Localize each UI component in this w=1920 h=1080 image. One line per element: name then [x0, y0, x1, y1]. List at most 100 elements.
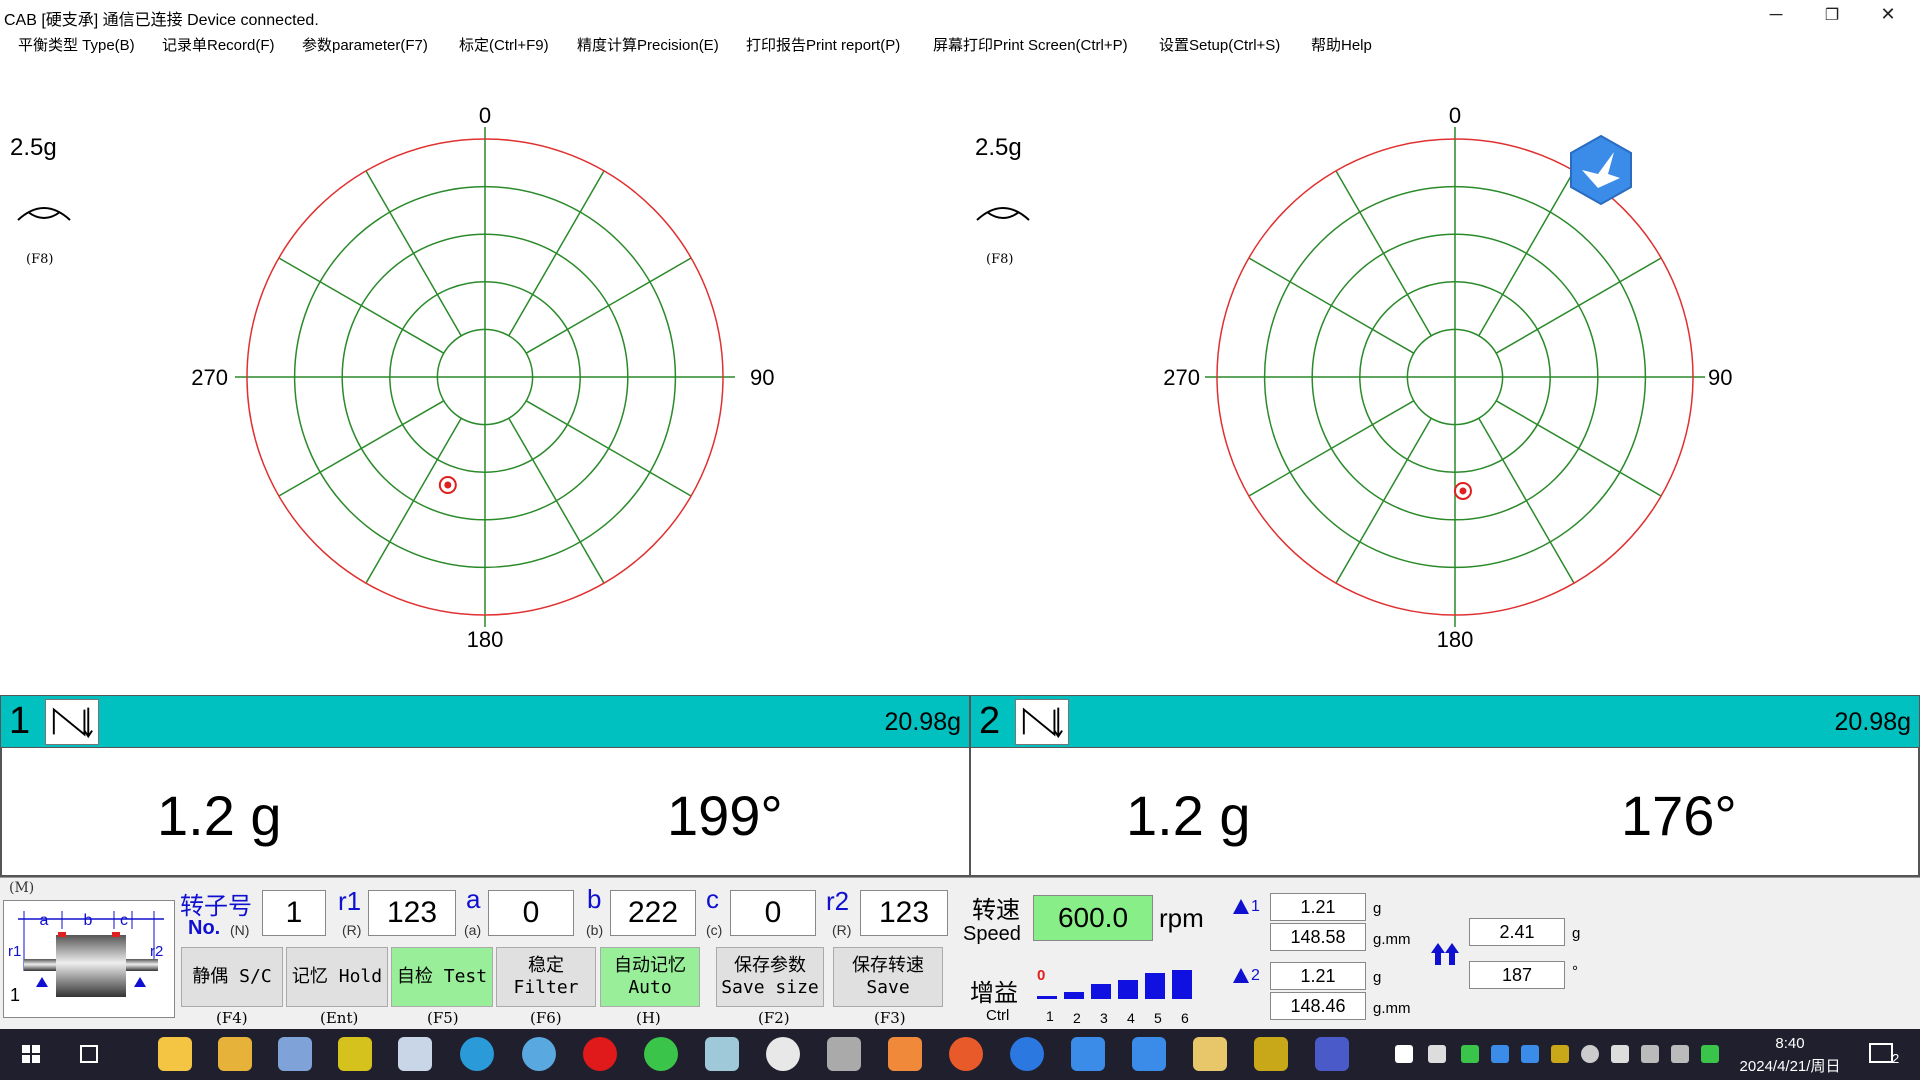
- b-input[interactable]: 222: [610, 890, 696, 936]
- sun-app-icon[interactable]: [338, 1037, 372, 1071]
- browser-icon[interactable]: [522, 1037, 556, 1071]
- menu-parameter[interactable]: 参数parameter(F7): [302, 34, 428, 55]
- a-input[interactable]: 0: [488, 890, 574, 936]
- button-sublabel: Save: [866, 977, 910, 998]
- diagram-rotor-number: 1: [10, 985, 20, 1005]
- right-polar-plot[interactable]: 0 90 180 270: [1150, 95, 1760, 655]
- right-f8-label: (F8): [986, 252, 1014, 267]
- network-icon[interactable]: [1641, 1045, 1659, 1063]
- wechat-icon[interactable]: [644, 1037, 678, 1071]
- menu-print-report[interactable]: 打印报告Print report(P): [746, 34, 900, 55]
- test-button[interactable]: 自检 Test: [391, 947, 493, 1007]
- cab-app-icon[interactable]: [1193, 1037, 1227, 1071]
- waveform-app-icon[interactable]: [1254, 1037, 1288, 1071]
- left-scale-label: 2.5g: [10, 134, 57, 161]
- monitor-app-icon[interactable]: [1315, 1037, 1349, 1071]
- windows-start-icon[interactable]: [14, 1037, 48, 1071]
- menu-precision[interactable]: 精度计算Precision(E): [577, 34, 719, 55]
- channel-2-total: 20.98g: [1834, 708, 1911, 736]
- c-input[interactable]: 0: [730, 890, 816, 936]
- button-sublabel: Filter: [513, 977, 579, 998]
- deg-90-label: 90: [750, 365, 774, 390]
- restore-button[interactable]: ❐: [1804, 0, 1860, 29]
- menu-setup[interactable]: 设置Setup(Ctrl+S): [1159, 34, 1280, 55]
- static-angle: 187: [1469, 961, 1565, 989]
- deg-90-label: 90: [1708, 365, 1732, 390]
- file-icon[interactable]: [158, 1037, 192, 1071]
- cab-tray-icon[interactable]: [1551, 1045, 1569, 1063]
- volume-icon[interactable]: [1428, 1045, 1446, 1063]
- close-button[interactable]: ✕: [1860, 0, 1916, 29]
- static-arrows-icon: [1431, 943, 1459, 965]
- gain-bar[interactable]: [1091, 984, 1111, 999]
- r1-input[interactable]: 123: [368, 890, 456, 936]
- key-f5: (F5): [427, 1009, 459, 1027]
- save-size-button[interactable]: 保存参数 Save size: [716, 947, 824, 1007]
- r2-input[interactable]: 123: [860, 890, 948, 936]
- device-icon[interactable]: [827, 1037, 861, 1071]
- menu-print-screen[interactable]: 屏幕打印Print Screen(Ctrl+P): [933, 34, 1128, 55]
- bird-app-icon[interactable]: [1568, 134, 1634, 206]
- usb-icon[interactable]: [1611, 1045, 1629, 1063]
- diagram-c-label: c: [120, 912, 128, 929]
- rotor-number-input[interactable]: 1: [262, 890, 326, 936]
- gain-bar[interactable]: [1064, 992, 1084, 999]
- wifi-icon[interactable]: [1671, 1045, 1689, 1063]
- bird-tray-icon[interactable]: [1521, 1045, 1539, 1063]
- key-f2: (F2): [758, 1009, 790, 1027]
- plane-2-mass: 1.21: [1270, 962, 1366, 990]
- grid-app-icon[interactable]: [1071, 1037, 1105, 1071]
- menu-help[interactable]: 帮助Help: [1311, 34, 1372, 55]
- save-speed-button[interactable]: 保存转速 Save: [833, 947, 943, 1007]
- gain-bar[interactable]: [1172, 970, 1192, 999]
- menu-type[interactable]: 平衡类型 Type(B): [18, 34, 135, 55]
- cloud-icon[interactable]: [1581, 1045, 1599, 1063]
- shield-icon[interactable]: [1701, 1045, 1719, 1063]
- plane-2-mass-unit: g: [1373, 969, 1382, 986]
- file-explorer-icon[interactable]: [218, 1037, 252, 1071]
- notification-count: 2: [1892, 1051, 1900, 1066]
- gain-bar[interactable]: [1037, 996, 1057, 999]
- gain-bar[interactable]: [1145, 973, 1165, 999]
- eye-icon[interactable]: [973, 198, 1033, 226]
- eye-icon[interactable]: [14, 198, 74, 226]
- auto-hold-button[interactable]: 自动记忆 Auto: [600, 947, 700, 1007]
- gain-level-1: 1: [1046, 1008, 1054, 1024]
- minimize-button[interactable]: ─: [1748, 0, 1804, 29]
- wechat-tray-icon[interactable]: [1461, 1045, 1479, 1063]
- rotor-diagram[interactable]: a b c r1 r2 1: [3, 900, 175, 1018]
- opera-icon[interactable]: [583, 1037, 617, 1071]
- checkbox-tray-icon[interactable]: [1395, 1045, 1413, 1063]
- task-view-icon[interactable]: [72, 1037, 106, 1071]
- plane-1-mass: 1.21: [1270, 893, 1366, 921]
- feather-app-icon[interactable]: [1010, 1037, 1044, 1071]
- gain-bar[interactable]: [1118, 980, 1138, 999]
- hold-button[interactable]: 记忆 Hold: [286, 947, 388, 1007]
- clock-time[interactable]: 8:40: [1730, 1035, 1850, 1052]
- paint-icon[interactable]: [278, 1037, 312, 1071]
- rotor-label: 转子号: [180, 893, 252, 920]
- bird-taskbar-icon[interactable]: [1132, 1037, 1166, 1071]
- calculator-icon[interactable]: [398, 1037, 432, 1071]
- static-couple-button[interactable]: 静偶 S/C: [181, 947, 283, 1007]
- channel-1-mass: 1.2 g: [157, 784, 282, 847]
- chrome-icon[interactable]: [766, 1037, 800, 1071]
- r1-key: (R): [342, 922, 362, 938]
- button-sublabel: Save size: [721, 977, 819, 998]
- office-app-icon[interactable]: [888, 1037, 922, 1071]
- note-app-icon[interactable]: [705, 1037, 739, 1071]
- unbalance-marker-dot: [444, 481, 452, 489]
- waveform-toggle-icon[interactable]: [45, 699, 99, 745]
- waveform-toggle-icon[interactable]: [1015, 699, 1069, 745]
- filter-button[interactable]: 稳定 Filter: [496, 947, 596, 1007]
- clock-date[interactable]: 2024/4/21/周日: [1730, 1055, 1850, 1076]
- menu-calibrate[interactable]: 标定(Ctrl+F9): [459, 34, 549, 55]
- plane-2-moment: 148.46: [1270, 992, 1366, 1020]
- left-polar-plot[interactable]: 0 90 180 270: [180, 95, 790, 655]
- colorful-app-icon[interactable]: [949, 1037, 983, 1071]
- menu-record[interactable]: 记录单Record(F): [162, 34, 275, 55]
- button-label: 保存参数: [734, 955, 806, 976]
- chat-app-icon[interactable]: [460, 1037, 494, 1071]
- bird-tray-icon[interactable]: [1491, 1045, 1509, 1063]
- key-f4: (F4): [216, 1009, 248, 1027]
